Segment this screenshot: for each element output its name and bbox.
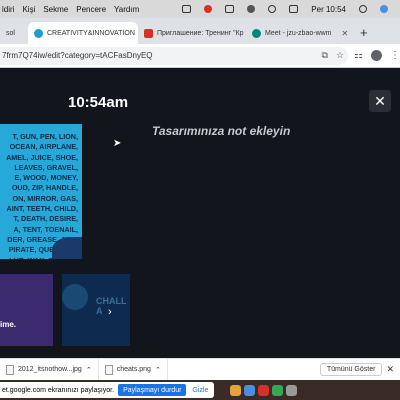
slide-thumbnail[interactable]: ime. — [0, 274, 53, 346]
download-item[interactable]: 2012_itsnothow...jpg ⌃ — [0, 359, 99, 380]
dock-app-icon[interactable] — [258, 384, 270, 396]
menu-item[interactable]: Yardım — [114, 5, 139, 14]
next-arrow-icon[interactable]: › — [108, 306, 112, 318]
dock-app-icon[interactable] — [286, 384, 298, 396]
profile-avatar-icon[interactable] — [371, 50, 382, 61]
download-filename: cheats.png — [116, 366, 151, 373]
menu-item[interactable]: Sekme — [43, 5, 68, 14]
search-icon[interactable] — [359, 5, 367, 13]
tab-title: Приглашение: Тренинг "Кр — [157, 29, 244, 37]
close-shelf-icon[interactable]: ✕ — [386, 364, 394, 375]
tab-title: CREATIVITY&INNOVATION — [47, 29, 135, 37]
address-bar-row: 7frm7Q74iw/edit?category=tACFasDnyEQ ⧉ ☆… — [0, 44, 400, 68]
file-icon — [104, 364, 113, 375]
display-icon[interactable] — [225, 5, 235, 13]
download-item[interactable]: cheats.png ⌃ — [99, 359, 168, 380]
bookmark-star-icon[interactable]: ☆ — [336, 50, 344, 61]
macos-dock — [230, 384, 298, 396]
chevron-up-icon[interactable]: ⌃ — [86, 366, 92, 374]
browser-tab[interactable]: Приглашение: Тренинг "Кр ✕ — [138, 22, 246, 44]
battery-icon[interactable] — [289, 5, 299, 13]
mouse-cursor-icon: ➤ — [113, 138, 122, 149]
camera-icon[interactable] — [182, 5, 192, 13]
close-tab-icon[interactable]: ✕ — [342, 29, 349, 38]
dock-app-icon[interactable] — [272, 384, 284, 396]
browser-tab[interactable]: sol — [0, 22, 28, 44]
cast-icon[interactable]: ⧉ — [322, 50, 328, 61]
dock-app-icon[interactable] — [230, 384, 242, 396]
file-icon — [6, 364, 14, 375]
menu-kebab-icon[interactable]: ⋮ — [390, 50, 400, 61]
close-presenter-button[interactable]: ✕ — [369, 90, 391, 112]
dock-app-icon[interactable] — [244, 384, 256, 396]
slide-thumbnail-text: ime. — [0, 320, 17, 329]
meet-favicon-icon — [252, 28, 261, 38]
screen-share-bar: et.google.com ekranınızı paylaşıyor. Pay… — [0, 380, 400, 400]
macos-menubar: ldiri Kişi Sekme Pencere Yardım Per 10:5… — [0, 0, 400, 18]
share-message: et.google.com ekranınızı paylaşıyor. — [2, 386, 115, 394]
show-all-downloads-button[interactable]: Tümünü Göster — [319, 363, 383, 376]
browser-tab-active[interactable]: CREATIVITY&INNOVATION ✕ — [28, 22, 138, 44]
share-notice: et.google.com ekranınızı paylaşıyor. Pay… — [0, 382, 215, 398]
new-tab-icon[interactable]: + — [360, 25, 368, 44]
menu-item[interactable]: Pencere — [76, 5, 106, 14]
wifi-icon[interactable] — [268, 5, 277, 13]
download-filename: 2012_itsnothow...jpg — [18, 366, 82, 373]
next-slide-thumbnail[interactable]: CHALL A › — [62, 274, 130, 346]
record-icon[interactable] — [204, 5, 213, 13]
bluetooth-icon[interactable] — [247, 5, 256, 13]
browser-tab[interactable]: Meet - jzu-zbao-wwm ✕ — [246, 22, 354, 44]
menubar-status: Per 10:54 — [182, 5, 400, 14]
slide-decoration — [62, 284, 88, 310]
stop-sharing-button[interactable]: Paylaşmayı durdur — [118, 384, 187, 396]
menu-item[interactable]: Kişi — [22, 5, 35, 14]
menu-item[interactable]: ldiri — [2, 5, 14, 14]
hide-share-bar-button[interactable]: Gizle — [192, 387, 208, 394]
presenter-view: 10:54am ✕ Tasarımınıza not ekleyin ➤ T, … — [0, 68, 400, 358]
slide-decoration — [52, 237, 82, 259]
siri-icon[interactable] — [380, 5, 388, 13]
browser-tab-bar: sol CREATIVITY&INNOVATION ✕ Приглашение:… — [0, 18, 400, 44]
extensions-icon[interactable]: ⚏ — [354, 50, 363, 61]
chevron-up-icon[interactable]: ⌃ — [155, 366, 161, 374]
tab-title: Meet - jzu-zbao-wwm — [265, 29, 332, 37]
notes-placeholder[interactable]: Tasarımınıza not ekleyin — [152, 124, 290, 138]
url-text: 7frm7Q74iw/edit?category=tACFasDnyEQ — [2, 51, 153, 60]
url-input[interactable]: 7frm7Q74iw/edit?category=tACFasDnyEQ ⧉ ☆ — [0, 46, 349, 65]
presentation-clock: 10:54am — [68, 94, 129, 111]
gmail-favicon-icon — [144, 28, 153, 38]
tab-title: sol — [6, 29, 15, 37]
download-shelf: 2012_itsnothow...jpg ⌃ cheats.png ⌃ Tümü… — [0, 358, 400, 380]
canva-favicon-icon — [34, 28, 43, 38]
menubar-clock[interactable]: Per 10:54 — [311, 5, 346, 14]
current-slide[interactable]: T, GUN, PEN, LION, OCEAN, AIRPLANE, AMEL… — [0, 124, 82, 259]
